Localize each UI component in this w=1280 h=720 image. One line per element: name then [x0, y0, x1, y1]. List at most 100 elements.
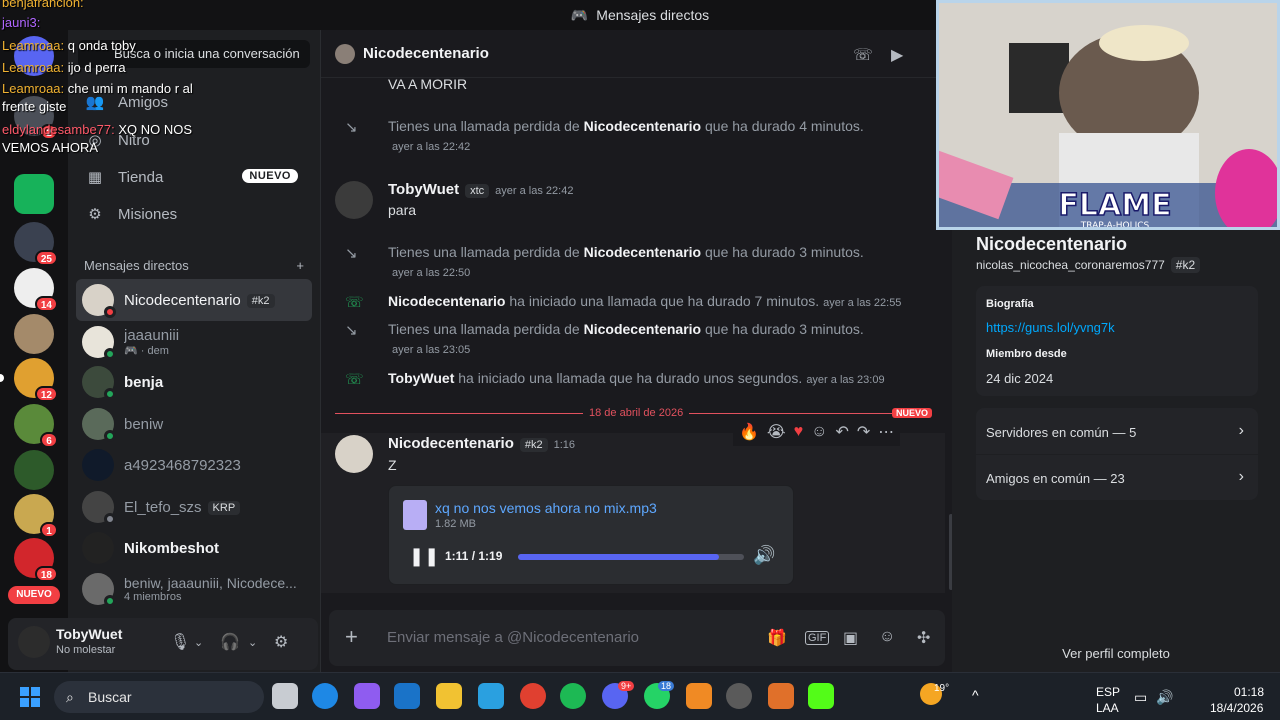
chevron-right-icon[interactable]: ›	[1239, 468, 1244, 486]
new-tag: NUEVO	[242, 169, 298, 183]
edge-icon[interactable]	[312, 683, 338, 709]
reply-icon[interactable]: ↶	[835, 422, 848, 442]
nav-store[interactable]: ▦ Tienda NUEVO	[76, 159, 312, 195]
server-icon[interactable]	[14, 174, 54, 214]
taskbar-search[interactable]: ⌕ Buscar	[54, 681, 264, 713]
upload-plus-icon[interactable]: +	[345, 624, 358, 650]
call-icon: ☏	[345, 371, 364, 388]
nav-quests[interactable]: ⚙ Misiones	[76, 196, 312, 232]
message-author[interactable]: TobyWuet xtc ayer a las 22:42	[388, 181, 573, 198]
server-icon[interactable]: 1	[14, 494, 58, 538]
dm-item[interactable]: Nicodecentenario #k2	[76, 279, 312, 321]
stream-banner: FLAME	[1058, 188, 1171, 223]
call-icon[interactable]: ☏	[853, 45, 873, 65]
bio-link[interactable]: https://guns.lol/yvng7k	[986, 320, 1115, 335]
tray-chevron-icon[interactable]: ^	[972, 687, 979, 703]
chrome-icon[interactable]	[520, 683, 546, 709]
message-composer[interactable]: + Enviar mensaje a @Nicodecentenario 🎁 G…	[329, 610, 945, 666]
missed-call-icon: ↘	[345, 119, 358, 136]
dm-item[interactable]: Nikombeshot	[76, 527, 312, 569]
view-full-profile-button[interactable]: Ver perfil completo	[952, 646, 1280, 661]
system-message: Tienes una llamada perdida de Nicodecent…	[388, 321, 864, 337]
server-icon[interactable]: 18	[14, 538, 58, 582]
message-text: Z	[388, 457, 397, 473]
avatar	[82, 408, 116, 442]
dm-item[interactable]: a4923468792323	[76, 444, 312, 486]
task-view-icon[interactable]	[272, 683, 298, 709]
app-icon[interactable]	[726, 683, 752, 709]
volume-icon[interactable]: 🔊	[753, 545, 775, 566]
avatar	[82, 449, 114, 481]
dm-item[interactable]: jaaauniii 🎮 · dem	[76, 321, 312, 363]
volume-icon[interactable]: 🔊	[1156, 689, 1173, 706]
message-author[interactable]: Nicodecentenario #k2 1:16	[388, 435, 575, 452]
video-icon[interactable]: ▶	[891, 45, 903, 65]
server-icon[interactable]	[14, 450, 54, 490]
mutual-servers[interactable]: Servidores en común — 5	[986, 425, 1136, 440]
avatar	[82, 573, 116, 607]
emoji-icon[interactable]: ☺	[879, 628, 895, 646]
server-icon[interactable]: 12	[14, 358, 58, 402]
playback-fill	[518, 554, 720, 560]
server-icon[interactable]	[14, 314, 54, 354]
avatar[interactable]	[18, 626, 50, 658]
add-reaction-icon[interactable]: ☺	[811, 423, 827, 441]
server-icon[interactable]: 6	[14, 404, 58, 448]
heart-reaction-icon[interactable]: ♥	[794, 423, 804, 441]
outlook-icon[interactable]	[394, 683, 420, 709]
clock-date[interactable]: 18/4/2026	[1210, 701, 1263, 715]
dm-item[interactable]: benja	[76, 361, 312, 403]
mic-icon[interactable]: 🎙	[170, 632, 190, 652]
crying-reaction-icon[interactable]: 😭	[767, 422, 786, 442]
message-text: VA A MORIR	[388, 76, 468, 92]
user-panel: TobyWuet No molestar 🎙 ⌄ 🎧 ⌄ ⚙	[8, 618, 318, 670]
store-icon[interactable]	[478, 683, 504, 709]
server-icon[interactable]: 25	[14, 222, 58, 266]
window-title: Mensajes directos	[596, 7, 710, 23]
profile-username: nicolas_nicochea_coronaremos777 #k2	[976, 257, 1201, 273]
kick-icon[interactable]	[808, 683, 834, 709]
mutual-friends[interactable]: Amigos en común — 23	[986, 471, 1125, 486]
spotify-icon[interactable]	[560, 683, 586, 709]
dm-item[interactable]: El_tefo_szs KRP	[76, 486, 312, 528]
attachment-filename[interactable]: xq no nos vemos ahora no mix.mp3	[435, 500, 657, 516]
avatar[interactable]	[335, 181, 373, 219]
sticker-icon[interactable]: ▣	[843, 628, 858, 648]
chevron-down-icon[interactable]: ⌄	[194, 636, 203, 649]
server-icon[interactable]: 14	[14, 268, 58, 312]
pause-icon[interactable]: ❚❚	[409, 546, 439, 567]
taskbar: ⌕ Buscar 9+ 18 19° ^ ESP LAA ▭ 🔊 01:18 1…	[0, 672, 1280, 720]
message-actions: 🔥 😭 ♥ ☺ ↶ ↷ ⋯	[733, 418, 901, 446]
system-message: Nicodecentenario ha iniciado una llamada…	[388, 293, 902, 309]
apps-icon[interactable]: ✣	[917, 628, 930, 648]
dm-item[interactable]: beniw, jaaauniii, Nicodece... 4 miembros	[76, 568, 312, 610]
store-icon: ▦	[87, 169, 103, 186]
gif-icon[interactable]: GIF	[805, 631, 830, 645]
copilot-icon[interactable]	[354, 683, 380, 709]
fl-studio-icon[interactable]	[768, 683, 794, 709]
overlay-chat-line: Leamroaa: che umi m mando r al frente gi…	[2, 81, 193, 114]
dm-section-header: Mensajes directos +	[84, 258, 304, 273]
language-line-1[interactable]: ESP	[1096, 685, 1120, 699]
more-icon[interactable]: ⋯	[878, 422, 894, 442]
dm-item[interactable]: beniw	[76, 403, 312, 445]
settings-icon[interactable]: ⚙	[274, 632, 288, 652]
avatar	[82, 532, 114, 564]
file-explorer-icon[interactable]	[436, 683, 462, 709]
start-button[interactable]	[20, 687, 40, 707]
fire-reaction-icon[interactable]: 🔥	[739, 422, 759, 442]
clock-time[interactable]: 01:18	[1234, 685, 1264, 699]
bio-label: Biografía	[986, 298, 1034, 310]
language-line-2[interactable]: LAA	[1096, 701, 1119, 715]
headset-icon[interactable]: 🎧	[220, 632, 240, 652]
chevron-down-icon[interactable]: ⌄	[248, 636, 257, 649]
forward-icon[interactable]: ↷	[857, 422, 870, 442]
display-icon[interactable]: ▭	[1134, 689, 1147, 706]
avatar[interactable]	[335, 435, 373, 473]
create-dm-icon[interactable]: +	[296, 258, 304, 273]
soundcloud-icon[interactable]	[686, 683, 712, 709]
gift-icon[interactable]: 🎁	[767, 628, 787, 648]
message-input[interactable]: Enviar mensaje a @Nicodecentenario	[387, 629, 639, 646]
chevron-right-icon[interactable]: ›	[1239, 422, 1244, 440]
playback-progress[interactable]	[518, 554, 744, 560]
